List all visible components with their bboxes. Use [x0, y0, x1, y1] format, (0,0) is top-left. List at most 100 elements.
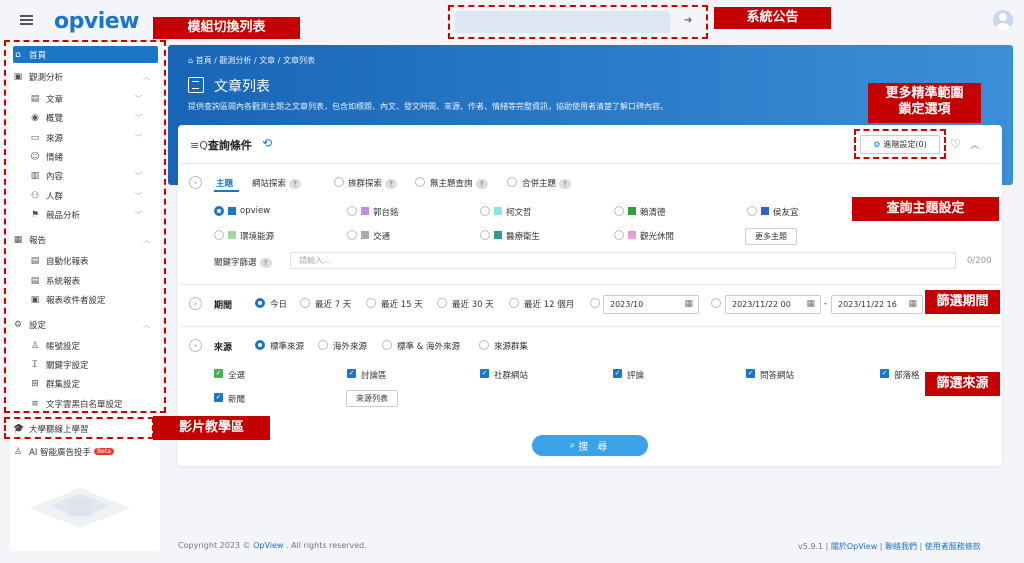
radio-range[interactable] — [711, 298, 721, 308]
radio-source-cluster[interactable] — [479, 340, 489, 350]
radio-7days[interactable] — [300, 298, 310, 308]
sidebar-item-sentiment[interactable]: ☺ 情緒 — [30, 148, 150, 165]
source-standard[interactable]: 標準來源 — [270, 340, 304, 352]
help-icon[interactable]: ? — [289, 179, 302, 189]
checkbox-select-all[interactable]: ✓ — [214, 369, 223, 378]
help-icon[interactable]: ? — [259, 258, 272, 268]
topic-label[interactable]: 侯友宜 — [773, 206, 799, 218]
source-list-button[interactable]: 來源列表 — [346, 390, 398, 407]
sidebar-item-home[interactable]: ⌂ 首頁 — [13, 46, 158, 63]
radio-today[interactable] — [255, 298, 265, 308]
app-logo[interactable]: opview — [54, 9, 140, 34]
tab-merge-topic[interactable]: 合併主題? — [522, 177, 572, 189]
topic-radio[interactable] — [480, 206, 490, 216]
radio-30days[interactable] — [437, 298, 447, 308]
source-overseas[interactable]: 海外來源 — [333, 340, 367, 352]
range-end-picker[interactable]: 2023/11/22 16 ▦ — [831, 295, 923, 314]
checkbox-qa[interactable]: ✓ — [746, 369, 755, 378]
expand-source-icon[interactable]: › — [189, 339, 202, 352]
topic-label[interactable]: 醫療衛生 — [506, 230, 540, 242]
checkbox-blog[interactable]: ✓ — [880, 369, 889, 378]
help-icon[interactable]: ? — [475, 179, 488, 189]
radio-12months[interactable] — [509, 298, 519, 308]
radio-merge-topic[interactable] — [507, 177, 517, 187]
sidebar-item-source[interactable]: ▭ 來源 ﹀ — [30, 129, 150, 146]
breadcrumb-item[interactable]: 文章 — [259, 56, 275, 65]
sidebar-item-content[interactable]: ▥ 內容 ﹀ — [30, 167, 150, 184]
topic-label[interactable]: 郭台銘 — [373, 206, 399, 218]
sidebar-item-people[interactable]: ⚇ 人群 ﹀ — [30, 187, 150, 204]
sidebar-item-settings[interactable]: ⚙ 設定 ︿ — [13, 316, 158, 333]
topic-radio[interactable] — [214, 230, 224, 240]
topic-label[interactable]: 柯文哲 — [506, 206, 532, 218]
topic-radio[interactable] — [747, 206, 757, 216]
topic-label[interactable]: 觀光休閒 — [640, 230, 674, 242]
period-30days[interactable]: 最近 30 天 — [452, 298, 494, 310]
collapse-icon[interactable]: ︿ — [970, 138, 979, 151]
sidebar-item-recipients[interactable]: ▣ 報表收件者設定 — [30, 291, 150, 308]
contact-link[interactable]: 聯絡我們 — [885, 542, 917, 551]
sidebar-item-analysis[interactable]: ▣ 觀測分析 ︿ — [13, 68, 158, 85]
sidebar-item-wordcloud[interactable]: ≡ 文字雲黑白名單設定 — [30, 395, 150, 412]
source-both[interactable]: 標準 & 海外來源 — [397, 340, 460, 352]
period-7days[interactable]: 最近 7 天 — [315, 298, 351, 310]
refresh-icon[interactable]: ⟲ — [262, 136, 272, 150]
sidebar-item-ai[interactable]: ♙ AI 智能廣告投手 Beta — [13, 443, 158, 460]
avatar[interactable] — [993, 10, 1013, 30]
radio-both-source[interactable] — [382, 340, 392, 350]
more-topics-button[interactable]: 更多主題 — [745, 228, 797, 245]
period-today[interactable]: 今日 — [270, 298, 287, 310]
topic-radio[interactable] — [614, 230, 624, 240]
period-15days[interactable]: 最近 15 天 — [381, 298, 423, 310]
advanced-settings-button[interactable]: ⚙ 進階設定(0) — [860, 135, 940, 154]
sidebar-item-learning[interactable]: 🎓 大學聽線上學習 — [13, 420, 158, 437]
range-start-picker[interactable]: 2023/11/22 00 ▦ — [725, 295, 821, 314]
menu-icon[interactable] — [20, 15, 33, 25]
topic-radio[interactable] — [347, 230, 357, 240]
sidebar-item-competitor[interactable]: ⚑ 競品分析 ﹀ — [30, 206, 150, 223]
radio-group-explore[interactable] — [334, 177, 344, 187]
topic-label[interactable]: 環境能源 — [240, 230, 274, 242]
sidebar-item-keyword[interactable]: Ꮖ 關鍵字設定 — [30, 356, 150, 373]
radio-month[interactable] — [590, 298, 600, 308]
sidebar-item-article[interactable]: ▤ 文章 ﹀ — [30, 90, 150, 107]
search-button[interactable]: ⌕ 搜 尋 — [532, 435, 648, 456]
checkbox-news[interactable]: ✓ — [214, 393, 223, 402]
topic-radio[interactable] — [347, 206, 357, 216]
help-icon[interactable]: ? — [385, 179, 398, 189]
about-link[interactable]: 關於OpView — [831, 542, 877, 551]
help-icon[interactable]: ? — [559, 179, 572, 189]
source-cluster[interactable]: 來源群集 — [494, 340, 528, 352]
radio-standard-source[interactable] — [255, 340, 265, 350]
topic-label[interactable]: opview — [240, 206, 270, 216]
tab-group-explore[interactable]: 族群探索? — [348, 177, 398, 189]
tab-site-explore[interactable]: 網站探索? — [252, 177, 302, 189]
sidebar-item-system-report[interactable]: ▤ 系統報表 — [30, 272, 150, 289]
radio-no-topic[interactable] — [415, 177, 425, 187]
checkbox-review[interactable]: ✓ — [613, 369, 622, 378]
checkbox-social[interactable]: ✓ — [480, 369, 489, 378]
topic-label[interactable]: 賴清德 — [640, 206, 666, 218]
sidebar-item-account[interactable]: ♙ 帳號設定 — [30, 337, 150, 354]
breadcrumb-item[interactable]: 首頁 — [196, 56, 212, 65]
sidebar-item-report[interactable]: ▦ 報告 ︿ — [13, 231, 158, 248]
topic-label[interactable]: 交通 — [373, 230, 390, 242]
topic-radio[interactable] — [614, 206, 624, 216]
checkbox-forum[interactable]: ✓ — [347, 369, 356, 378]
copyright-brand[interactable]: OpView — [253, 541, 283, 550]
radio-15days[interactable] — [366, 298, 376, 308]
tab-topic[interactable]: 主題 — [216, 177, 233, 189]
month-picker[interactable]: 2023/10 ▦ — [603, 295, 699, 314]
topic-radio[interactable] — [480, 230, 490, 240]
keyword-input[interactable]: 請輸入... — [290, 252, 956, 269]
sidebar-item-auto-report[interactable]: ▤ 自動化報表 — [30, 252, 150, 269]
radio-overseas-source[interactable] — [318, 340, 328, 350]
sidebar-item-cluster[interactable]: ⊞ 群集設定 — [30, 375, 150, 392]
terms-link[interactable]: 使用者服務條款 — [925, 542, 981, 551]
tab-no-topic[interactable]: 無主題查詢? — [430, 177, 488, 189]
breadcrumb-item[interactable]: 觀測分析 — [219, 56, 251, 65]
favorite-icon[interactable]: ♡ — [950, 137, 961, 151]
expand-topic-icon[interactable]: › — [189, 176, 202, 189]
period-12months[interactable]: 最近 12 個月 — [524, 298, 574, 310]
topic-radio[interactable] — [214, 206, 224, 216]
